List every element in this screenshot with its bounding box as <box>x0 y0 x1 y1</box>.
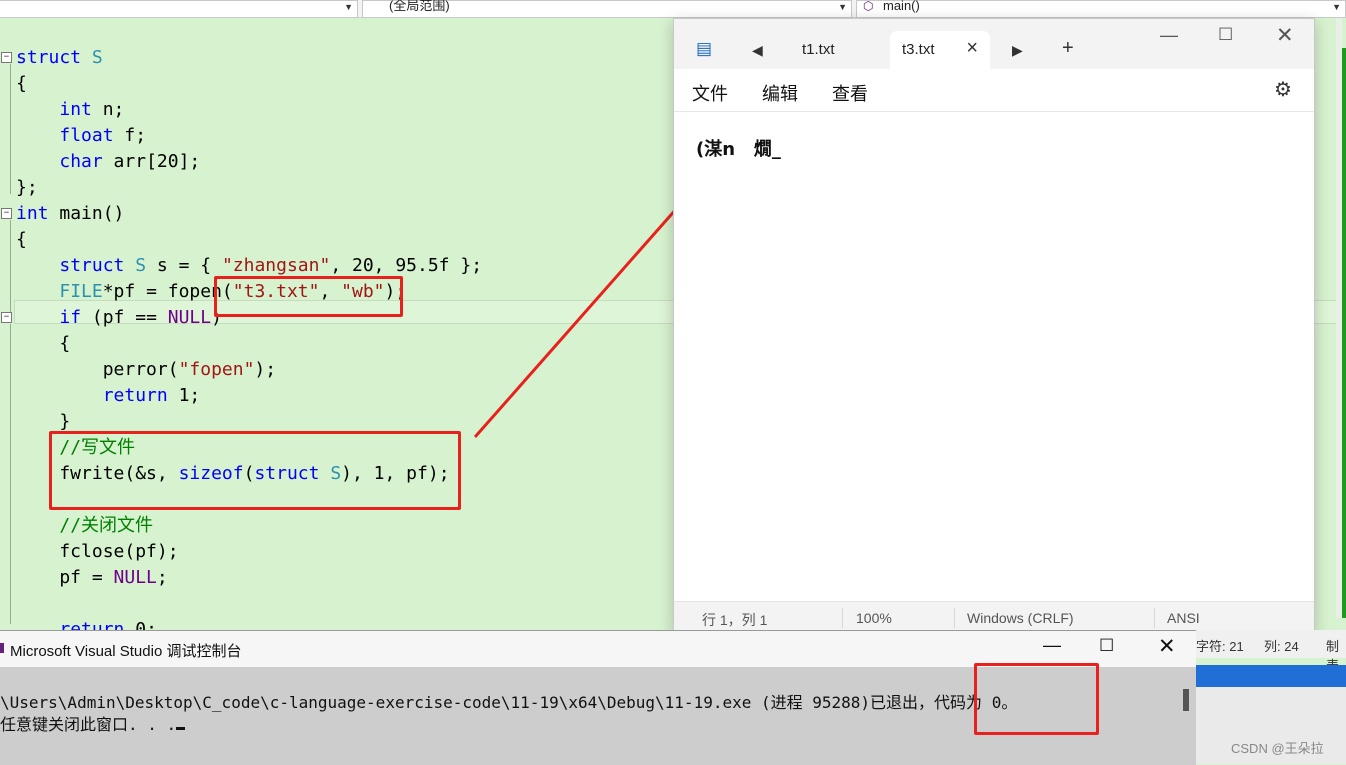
maximize-icon[interactable]: ☐ <box>1099 636 1114 656</box>
console-prompt-text: 任意键关闭此窗口. . . <box>0 715 177 734</box>
annotation-box-exit-code <box>974 663 1099 735</box>
close-icon[interactable]: ✕ <box>1158 634 1176 659</box>
vs-blue-panel <box>1196 665 1346 687</box>
new-tab-icon[interactable]: + <box>1062 37 1074 60</box>
tab-t1[interactable]: t1.txt <box>790 31 886 69</box>
status-divider <box>954 608 955 628</box>
console-title-bar: Microsoft Visual Studio 调试控制台 — ☐ ✕ <box>0 631 1196 667</box>
close-icon[interactable]: ✕ <box>1276 23 1294 48</box>
console-prompt-line: 任意键关闭此窗口. . . <box>0 711 186 735</box>
cursor-position: 行 1，列 1 <box>702 612 768 628</box>
tab-t3[interactable]: t3.txt × <box>890 31 990 69</box>
notepad-menu-bar: 文件 编辑 查看 ⚙ <box>674 69 1314 112</box>
minimize-icon[interactable]: — <box>1043 635 1061 656</box>
vs-status-bar: 字符: 21 列: 24 制表 <box>1196 630 1346 673</box>
text-cursor <box>176 727 186 730</box>
console-output-line: \Users\Admin\Desktop\C_code\c-language-e… <box>0 693 1018 712</box>
notepad-title-bar: ▤ ◀ t1.txt t3.txt × ▶ + — ☐ ✕ <box>674 19 1314 69</box>
notepad-app-icon: ▤ <box>696 39 713 58</box>
debug-console-window: Microsoft Visual Studio 调试控制台 — ☐ ✕ \Use… <box>0 630 1196 765</box>
column-indicator: 列: 24 <box>1264 639 1299 654</box>
menu-file[interactable]: 文件 <box>692 80 728 106</box>
menu-view[interactable]: 查看 <box>832 80 868 106</box>
scroll-tabs-left-icon[interactable]: ◀ <box>752 42 763 59</box>
scroll-tabs-right-icon[interactable]: ▶ <box>1012 42 1023 59</box>
notepad-text-content[interactable]: (湈n 燗_ <box>696 135 781 161</box>
console-scrollbar[interactable] <box>1183 689 1189 711</box>
maximize-icon[interactable]: ☐ <box>1218 25 1233 45</box>
notepad-status-bar: 行 1，列 1 100% Windows (CRLF) ANSI <box>674 601 1314 632</box>
watermark: CSDN @王朵拉 <box>1231 741 1324 756</box>
tab-label: t3.txt <box>902 41 935 58</box>
char-count: 字符: 21 <box>1196 639 1244 654</box>
encoding: ANSI <box>1167 610 1200 626</box>
line-ending: Windows (CRLF) <box>967 610 1074 626</box>
notepad-window: ▤ ◀ t1.txt t3.txt × ▶ + — ☐ ✕ 文件 编辑 查看 ⚙… <box>673 18 1315 632</box>
vs-app-icon <box>0 643 4 653</box>
minimize-icon[interactable]: — <box>1160 25 1178 46</box>
settings-gear-icon[interactable]: ⚙ <box>1274 77 1292 102</box>
arrow-line <box>473 181 702 438</box>
console-title: Microsoft Visual Studio 调试控制台 <box>10 643 242 660</box>
status-divider <box>1154 608 1155 628</box>
zoom-level: 100% <box>856 610 892 626</box>
tab-label: t1.txt <box>802 41 835 58</box>
close-tab-icon[interactable]: × <box>966 37 978 60</box>
menu-edit[interactable]: 编辑 <box>762 80 798 106</box>
status-divider <box>842 608 843 628</box>
